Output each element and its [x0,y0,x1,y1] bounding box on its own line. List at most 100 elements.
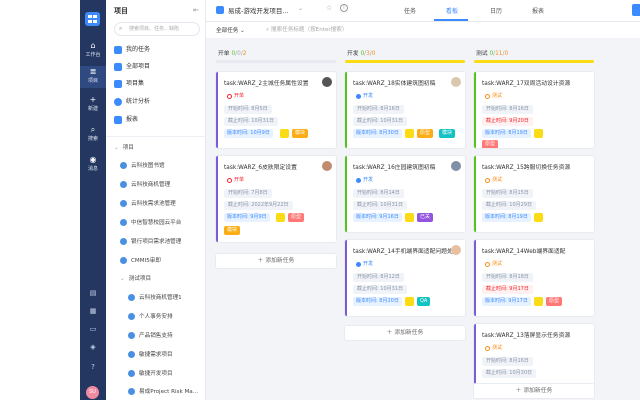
status-badge[interactable]: 测试 [482,260,506,269]
assignee-avatar[interactable] [451,245,461,255]
project-icon [120,200,127,207]
start-date: 开始时间: 8月15日 [482,189,533,198]
version-date: 版本时间: 9月9日 [224,213,270,222]
task-card[interactable]: task:WARZ_14Web端界面适配 测试 开始时间: 8月18日 截止时间… [474,240,594,316]
due-date: 截止时间: 10月31日 [353,117,407,126]
task-search-input[interactable]: ⌕ 搜索任务标题（按Enter搜索） [266,25,386,34]
status-badge[interactable]: 测试 [482,176,506,185]
tab-board[interactable]: 看板 [446,6,458,15]
status-badge[interactable]: 开发 [353,260,377,269]
tab-reports[interactable]: 报表 [532,6,544,15]
rail-item-messages[interactable]: ◉ 消息 [80,154,106,176]
project-item[interactable]: 敏捷需求项目 [128,349,218,361]
project-item[interactable]: 个人事务安排 [128,311,218,323]
project-icon [128,351,135,358]
task-card[interactable]: task:WARZ_15跨服切换任务资源 测试 开始时间: 8月15日 截止时间… [474,156,594,232]
sidebar-item-program[interactable]: 项目集 [114,78,200,90]
calendar-icon[interactable]: ▦ [88,306,98,316]
tag-badge: 原型 [482,140,499,148]
rail-item-search[interactable]: ⌕ 搜索 [80,124,106,146]
status-badge[interactable]: 开单 [224,176,248,185]
app-rail: ⌂ 工作台 ≣ 项目 + 新建 ⌕ 搜索 ◉ 消息 ▤ ▦ ▭ ◈ ? SU [80,0,106,400]
start-date: 开始时间: 7月8日 [224,189,272,198]
star-icon[interactable]: ☆ [326,4,332,12]
project-item[interactable]: 产品销售支持 [128,330,218,342]
flag-icon [276,213,285,222]
add-task-button[interactable]: ＋ 添加新任务 [345,326,465,340]
project-icon [114,62,122,71]
task-card[interactable]: task:WARZ_6皮肤限定设置 开单 开始时间: 7月8日 截止时间: 20… [216,156,336,242]
sidebar-item-reports[interactable]: 报表 [114,114,200,126]
task-card[interactable]: task:WARZ_16庄园建筑图初稿 开发 开始时间: 8月14日 截止时间:… [345,156,465,232]
project-icon [120,238,127,245]
project-item[interactable]: 云科技图书馆 [120,160,210,172]
project-title[interactable]: 易成-游戏开发项目... [228,5,289,15]
due-date: 截止时间: 10月30日 [482,369,536,378]
layers-icon: ≣ [89,67,97,76]
box-icon[interactable]: ◈ [88,342,98,352]
assignee-avatar[interactable] [322,161,332,171]
sidebar-item-my-tasks[interactable]: 我的任务 [114,44,200,56]
help-icon[interactable]: ? [88,362,98,372]
task-card[interactable]: task:WARZ_17双周活动设计资源 测试 开始时间: 8月16日 截止时间… [474,72,594,148]
column-header: 开发 0/3/0 [347,51,376,57]
plus-icon: + [89,95,97,104]
task-card[interactable]: task:WARZ_18实体建筑图初稿 开发 开始时间: 8月16日 截止时间:… [345,72,465,148]
tag-badge: 原型 [417,129,434,138]
task-card[interactable]: task:WARZ_14手机端界面适配问题处理 开发 开始时间: 8月12日 截… [345,240,465,316]
project-item[interactable]: 云科技需求池管理 [120,198,210,210]
project-group[interactable]: ⌄ 测试项目 [120,273,210,285]
status-badge[interactable]: 测试 [482,344,506,353]
flag-icon [405,129,414,138]
rail-item-workbench[interactable]: ⌂ 工作台 [80,40,106,62]
status-badge[interactable]: 开单 [224,92,248,101]
task-filter-select[interactable]: 全部任务 ⌄ [216,26,245,34]
tag-badge: 原型 [546,297,563,306]
project-item[interactable]: 敏捷开发项目 [128,368,218,380]
project-item[interactable]: 易成Project Risk Ma... [128,386,204,398]
project-icon [128,313,135,320]
assignee-avatar[interactable] [322,77,332,87]
project-item[interactable]: 云科技商机管理 [120,179,210,191]
sidebar-item-all-projects[interactable]: 全部项目 [114,61,200,73]
tab-tasks[interactable]: 任务 [404,6,416,15]
rail-item-projects[interactable]: ≣ 项目 [80,66,106,88]
report-icon [114,115,122,124]
task-card[interactable]: task:WARZ_2主城任务属性设置 开单 开始时间: 8月5日 截止时间: … [216,72,336,148]
assignee-avatar[interactable] [451,161,461,171]
action-button[interactable] [632,4,640,16]
flag-icon [534,297,543,306]
collapse-sidebar-icon[interactable]: ⇤ [193,6,199,14]
tab-calendar[interactable]: 日历 [490,6,502,15]
status-badge[interactable]: 开发 [353,176,377,185]
add-task-button[interactable]: ＋ 添加新任务 [216,254,336,268]
add-task-button[interactable]: ＋ 添加新任务 [474,384,594,398]
chevron-down-icon[interactable]: ⌄ [298,5,303,12]
document-icon[interactable]: ▤ [88,288,98,298]
rail-item-new[interactable]: + 新建 [80,94,106,116]
sidebar-search-input[interactable]: ⌕ 搜索项目、任务、缺陷 [114,22,200,36]
app-logo-icon[interactable] [85,12,100,26]
folder-icon[interactable]: ▭ [88,324,98,334]
due-date: 截止时间: 10月31日 [224,117,278,126]
user-avatar[interactable]: SU [86,386,99,399]
assignee-avatar[interactable] [451,77,461,87]
message-icon: ◉ [89,155,97,164]
project-item[interactable]: 银行项目需求池管理 [120,236,210,248]
status-badge[interactable]: 开发 [353,92,377,101]
task-card[interactable]: task:WARZ_13落屏显示任务资源 测试 开始时间: 8月16日 截止时间… [474,324,594,384]
start-date: 开始时间: 8月12日 [353,273,404,282]
tag-badge: 原型 [288,213,305,222]
tree-header-projects[interactable]: ⌄ 项目 [114,142,204,154]
project-item[interactable]: 云科技商机管理1 [128,292,218,304]
flag-icon [405,297,414,306]
version-date: 版本时间: 8月19日 [482,129,531,138]
project-header: 易成-游戏开发项目... ⌄ ☆ i 任务 看板 日历 报表 [206,0,640,22]
info-icon[interactable]: i [340,4,348,12]
start-date: 开始时间: 8月16日 [353,105,404,114]
plus-icon: ＋ [515,388,522,394]
project-item[interactable]: CMMI5审即 [120,255,210,267]
status-badge[interactable]: 测试 [482,92,506,101]
sidebar-item-statistics[interactable]: 统计分析 [114,96,200,108]
project-item[interactable]: 中信智慧校园云平台 [120,217,210,229]
